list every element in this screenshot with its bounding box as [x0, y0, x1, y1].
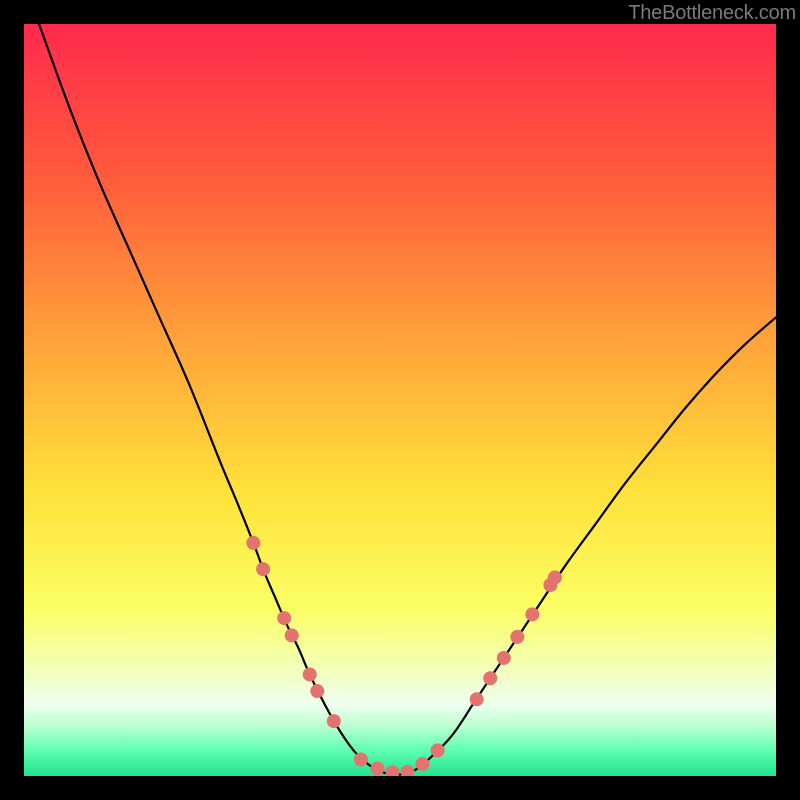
marker-dot [246, 536, 260, 550]
marker-dot [303, 667, 317, 681]
marker-dot [497, 651, 511, 665]
chart-background [24, 24, 776, 776]
marker-dot [354, 752, 368, 766]
marker-dot [285, 628, 299, 642]
chart-svg [24, 24, 776, 776]
marker-dot [470, 692, 484, 706]
marker-dot [310, 684, 324, 698]
outer-frame: TheBottleneck.com [0, 0, 800, 800]
marker-dot [416, 757, 430, 771]
watermark-text: TheBottleneck.com [628, 2, 796, 25]
marker-dot [327, 714, 341, 728]
marker-dot [277, 611, 291, 625]
marker-dot [548, 570, 562, 584]
marker-dot [256, 562, 270, 576]
marker-dot [431, 743, 445, 757]
marker-dot [370, 761, 384, 775]
marker-dot [525, 607, 539, 621]
marker-dot [483, 671, 497, 685]
marker-dot [510, 630, 524, 644]
